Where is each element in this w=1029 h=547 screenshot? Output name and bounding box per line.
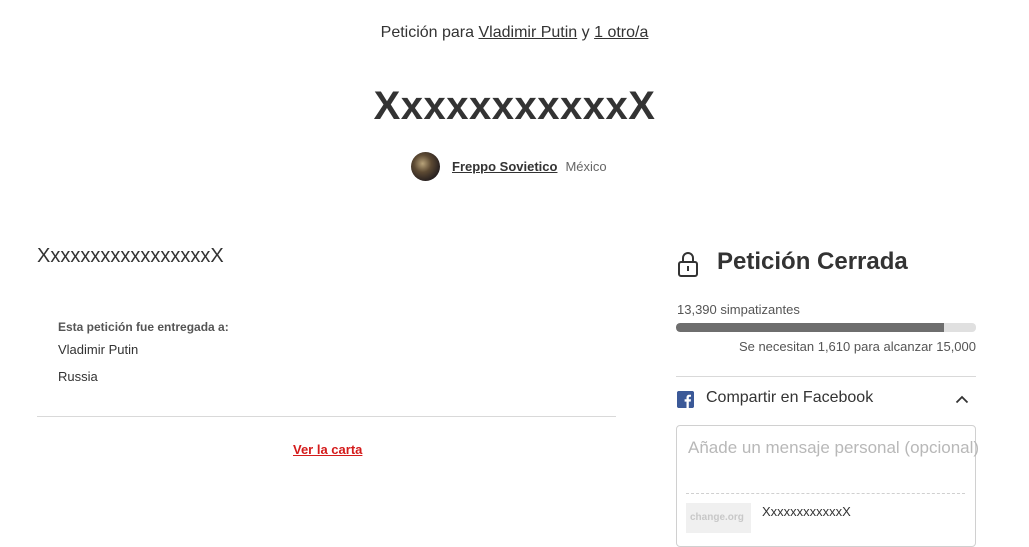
other-recipients-link[interactable]: 1 otro/a	[594, 24, 648, 41]
facebook-icon[interactable]	[677, 391, 694, 408]
recipient-link[interactable]: Vladimir Putin	[478, 24, 577, 41]
petition-for-prefix: Petición para	[380, 24, 475, 41]
share-facebook-label[interactable]: Compartir en Facebook	[706, 389, 873, 407]
petition-title: XxxxxxxxxxxX	[373, 84, 656, 128]
preview-thumbnail-logo: change.org	[690, 512, 744, 523]
author-row: Freppo Sovietico México	[411, 151, 607, 181]
progress-fill	[676, 323, 944, 332]
sidebar-divider	[676, 376, 976, 377]
preview-title: XxxxxxxxxxxxX	[762, 504, 851, 519]
avatar[interactable]	[411, 151, 440, 181]
petition-body: XxxxxxxxxxxxxxxxxX	[37, 245, 224, 267]
personal-message-placeholder[interactable]: Añade un mensaje personal (opcional)	[688, 438, 979, 458]
progress-bar	[676, 323, 976, 332]
view-letter-link[interactable]: Ver la carta	[293, 442, 362, 457]
divider	[37, 416, 616, 417]
chevron-up-icon[interactable]	[955, 394, 969, 404]
delivered-recipient: Vladimir Putin	[58, 342, 139, 357]
petition-recipients-line: Petición para Vladimir Putin y 1 otro/a	[0, 24, 1029, 42]
supporter-count: 13,390 simpatizantes	[677, 302, 800, 317]
goal-text: Se necesitan 1,610 para alcanzar 15,000	[738, 339, 976, 354]
conjunction: y	[581, 24, 590, 41]
delivered-label: Esta petición fue entregada a:	[58, 320, 229, 334]
preview-divider	[686, 493, 965, 494]
author-country: México	[565, 158, 607, 174]
petition-status-title: Petición Cerrada	[717, 248, 908, 275]
lock-icon	[678, 252, 698, 277]
delivered-recipient: Russia	[58, 369, 98, 384]
author-name-link[interactable]: Freppo Sovietico	[452, 159, 557, 174]
